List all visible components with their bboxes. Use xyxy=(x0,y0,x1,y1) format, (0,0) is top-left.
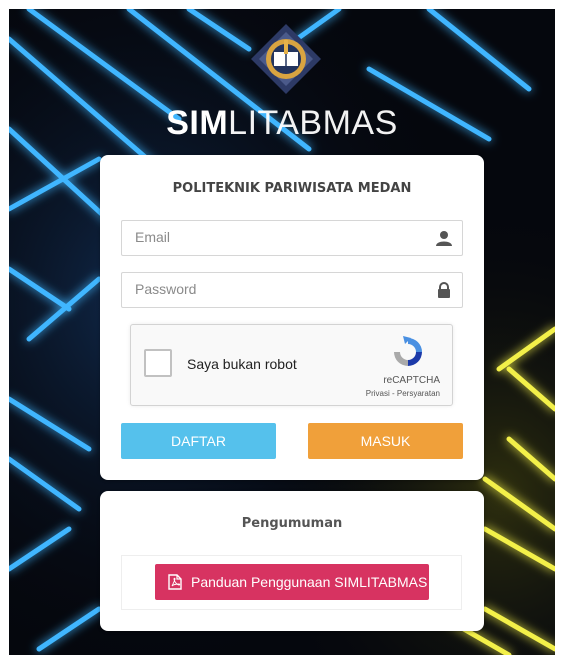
email-input[interactable] xyxy=(122,221,435,253)
register-button[interactable]: DAFTAR xyxy=(121,423,276,459)
announcement-card: Pengumuman Panduan Penggunaan SIMLITABMA… xyxy=(100,491,484,631)
recaptcha-widget: Saya bukan robot reCAPTCHA Privasi - Per… xyxy=(130,324,453,406)
login-button[interactable]: MASUK xyxy=(308,423,463,459)
user-guide-button[interactable]: Panduan Penggunaan SIMLITABMAS xyxy=(155,564,429,600)
password-field[interactable] xyxy=(121,272,463,308)
recaptcha-logo-icon xyxy=(394,336,422,366)
email-field[interactable] xyxy=(121,220,463,256)
captcha-checkbox[interactable] xyxy=(144,349,172,377)
recaptcha-brand: reCAPTCHA xyxy=(383,375,440,386)
user-icon xyxy=(436,231,452,246)
password-input[interactable] xyxy=(122,273,435,305)
brand-bold: SIM xyxy=(166,104,229,142)
announcement-title: Pengumuman xyxy=(241,516,343,531)
lock-icon xyxy=(438,282,450,298)
app-brand-title: SIMLITABMAS xyxy=(0,104,564,143)
captcha-label: Saya bukan robot xyxy=(187,356,297,372)
user-guide-label: Panduan Penggunaan SIMLITABMAS xyxy=(191,574,428,590)
brand-light: LITABMAS xyxy=(228,104,398,142)
institution-logo xyxy=(249,22,323,96)
announcement-list: Panduan Penggunaan SIMLITABMAS xyxy=(121,555,462,610)
pdf-icon xyxy=(168,574,182,590)
recaptcha-links[interactable]: Privasi - Persyaratan xyxy=(366,389,440,398)
login-card: POLITEKNIK PARIWISATA MEDAN Saya bukan r… xyxy=(100,155,484,480)
institution-name: POLITEKNIK PARIWISATA MEDAN xyxy=(172,181,412,196)
